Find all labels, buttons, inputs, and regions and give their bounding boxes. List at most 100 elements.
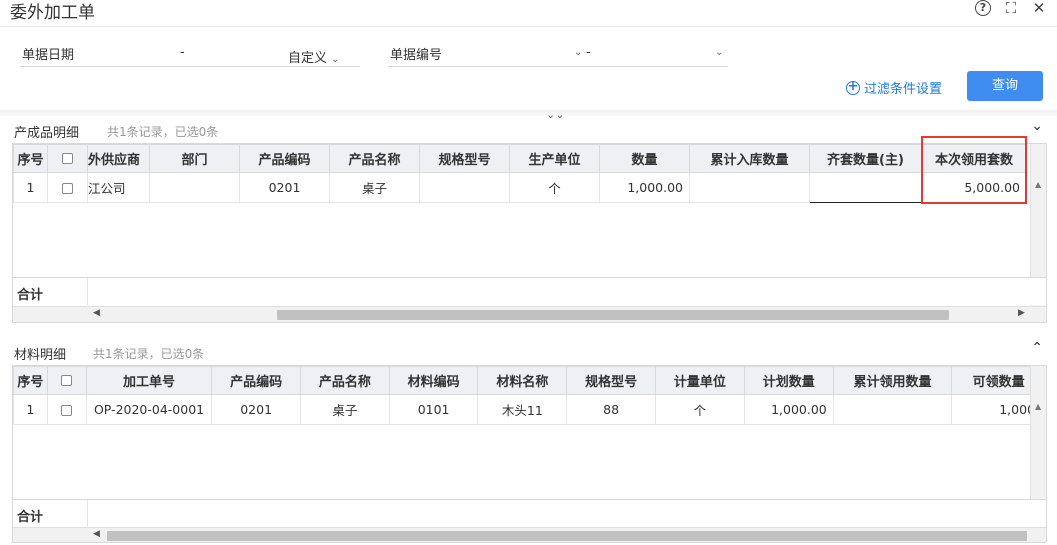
col-product-code: 产品编码 — [211, 366, 302, 395]
section-separator — [0, 110, 1057, 116]
products-table: 序号 外供应商 部门 产品编码 产品名称 规格型号 生产单位 数量 累计入库数量… — [13, 144, 1027, 203]
collapse-filters-icon[interactable]: ⌄⌄ — [546, 108, 564, 121]
col-plan-qty: 计划数量 — [743, 366, 834, 395]
products-collapse-icon[interactable]: ⌄ — [1031, 118, 1043, 134]
col-prod-unit: 生产单位 — [509, 144, 600, 173]
materials-total-label: 合计 — [17, 510, 44, 525]
row-checkbox[interactable] — [62, 183, 73, 194]
date-filter-label: 单据日期 — [22, 48, 75, 63]
col-seq: 序号 — [13, 366, 48, 395]
cell-plan-qty: 1,000.00 — [743, 394, 834, 425]
cell-material-code: 0101 — [388, 394, 479, 425]
cell-prod-unit: 个 — [509, 172, 600, 203]
materials-grid: 序号 加工单号 产品编码 产品名称 材料编码 材料名称 规格型号 计量单位 计划… — [12, 365, 1047, 543]
docno-from-select[interactable]: ⌄ — [570, 44, 582, 59]
close-icon[interactable]: ✕ — [1031, 0, 1047, 16]
window-controls: ? ⛶ ✕ — [975, 0, 1047, 16]
col-cum-issue: 累计领用数量 — [832, 366, 953, 395]
scroll-thumb[interactable] — [107, 531, 1027, 541]
scroll-thumb[interactable] — [277, 310, 949, 320]
window-title: 委外加工单 — [10, 3, 95, 23]
products-header-row: 序号 外供应商 部门 产品编码 产品名称 规格型号 生产单位 数量 累计入库数量… — [13, 144, 1027, 173]
select-all-checkbox[interactable] — [61, 375, 73, 386]
materials-table: 序号 加工单号 产品编码 产品名称 材料编码 材料名称 规格型号 计量单位 计划… — [13, 366, 1046, 425]
products-grid: 序号 外供应商 部门 产品编码 产品名称 规格型号 生产单位 数量 累计入库数量… — [12, 143, 1047, 323]
filter-settings-link[interactable]: + 过滤条件设置 — [846, 78, 942, 97]
materials-horizontal-scrollbar[interactable]: ◀ — [13, 527, 1046, 542]
col-spec: 规格型号 — [566, 366, 656, 395]
title-bar: 委外加工单 ? ⛶ ✕ — [0, 0, 1057, 24]
docno-filter-label: 单据编号 — [390, 48, 443, 63]
docno-filter[interactable]: 单据编号 ⌄ - ⌄ — [388, 40, 728, 67]
total-divider — [87, 500, 88, 527]
row-checkbox[interactable] — [61, 405, 73, 416]
scroll-left-icon[interactable]: ◀ — [93, 308, 100, 318]
cell-product-name: 桌子 — [300, 394, 390, 425]
title-divider — [0, 26, 1057, 27]
col-unit: 计量单位 — [654, 366, 745, 395]
table-row[interactable]: 1 OP-2020-04-0001 0201 桌子 0101 木头11 88 个… — [13, 394, 1046, 425]
cell-cum-issue — [832, 394, 953, 425]
scroll-up-icon[interactable]: ▲ — [1035, 180, 1041, 189]
cell-material-name: 木头11 — [477, 394, 568, 425]
plus-circle-icon: + — [846, 78, 860, 95]
help-icon[interactable]: ? — [975, 0, 991, 16]
materials-record-count: 共1条记录，已选0条 — [93, 347, 205, 361]
date-range-dash: - — [180, 45, 185, 60]
cell-seq: 1 — [13, 394, 48, 425]
cell-order-no: OP-2020-04-0001 — [85, 394, 213, 425]
scroll-left-icon[interactable]: ◀ — [93, 529, 100, 539]
cell-qty: 1,000.00 — [599, 172, 690, 203]
date-range-value: 自定义 — [288, 51, 328, 66]
col-product-name: 产品名称 — [300, 366, 390, 395]
products-horizontal-scrollbar[interactable]: ◀ ▶ — [13, 306, 1046, 322]
cell-seq: 1 — [13, 172, 48, 203]
scroll-right-icon[interactable]: ▶ — [1018, 308, 1025, 318]
col-material-code: 材料编码 — [388, 366, 479, 395]
cell-product-code: 0201 — [211, 394, 302, 425]
table-row[interactable]: 1 江公司 0201 桌子 个 1,000.00 5,000.00 — [13, 172, 1027, 203]
materials-total-row: 合计 — [13, 499, 1046, 527]
cell-product-name: 桌子 — [329, 172, 420, 203]
select-all-checkbox[interactable] — [62, 153, 73, 164]
materials-expand-icon[interactable]: ⌃ — [1031, 340, 1043, 356]
chevron-down-icon: ⌄ — [331, 54, 340, 65]
cell-product-code: 0201 — [239, 172, 330, 203]
col-order-no: 加工单号 — [85, 366, 213, 395]
col-select-all[interactable] — [47, 144, 88, 173]
cell-dept — [149, 172, 240, 203]
col-product-code: 产品编码 — [239, 144, 330, 173]
col-qty: 数量 — [599, 144, 690, 173]
maximize-icon[interactable]: ⛶ — [1003, 0, 1019, 16]
cell-supplier: 江公司 — [87, 172, 150, 203]
cell-unit: 个 — [654, 394, 745, 425]
products-total-row: 合计 — [13, 277, 1046, 305]
col-spec: 规格型号 — [419, 144, 510, 173]
date-range-select[interactable]: 自定义 ⌄ — [288, 47, 339, 66]
cell-select[interactable] — [46, 394, 87, 425]
materials-section-title: 材料明细 — [14, 348, 67, 363]
filter-settings-label: 过滤条件设置 — [864, 82, 943, 97]
docno-to-select[interactable]: ⌄ — [711, 44, 723, 59]
date-filter[interactable]: 单据日期 - 自定义 ⌄ — [20, 40, 360, 67]
chevron-down-icon: ⌄ — [715, 47, 724, 58]
products-section-title: 产成品明细 — [14, 126, 80, 141]
products-record-count: 共1条记录，已选0条 — [107, 125, 219, 139]
col-product-name: 产品名称 — [329, 144, 420, 173]
chevron-down-icon: ⌄ — [574, 47, 583, 58]
cell-select[interactable] — [47, 172, 88, 203]
kit-qty-input[interactable] — [809, 172, 922, 203]
cell-spec: 88 — [566, 394, 656, 425]
materials-header-row: 序号 加工单号 产品编码 产品名称 材料编码 材料名称 规格型号 计量单位 计划… — [13, 366, 1046, 395]
col-cum-in: 累计入库数量 — [689, 144, 810, 173]
col-supplier: 外供应商 — [87, 144, 150, 173]
cell-cum-in — [689, 172, 810, 203]
docno-range-dash: - — [586, 45, 591, 60]
highlight-annotation — [921, 136, 1027, 204]
scroll-up-icon[interactable]: ▲ — [1035, 402, 1041, 411]
col-material-name: 材料名称 — [477, 366, 568, 395]
col-seq: 序号 — [13, 144, 48, 173]
col-select-all[interactable] — [46, 366, 87, 395]
col-dept: 部门 — [149, 144, 240, 173]
query-button[interactable]: 查询 — [967, 71, 1043, 101]
